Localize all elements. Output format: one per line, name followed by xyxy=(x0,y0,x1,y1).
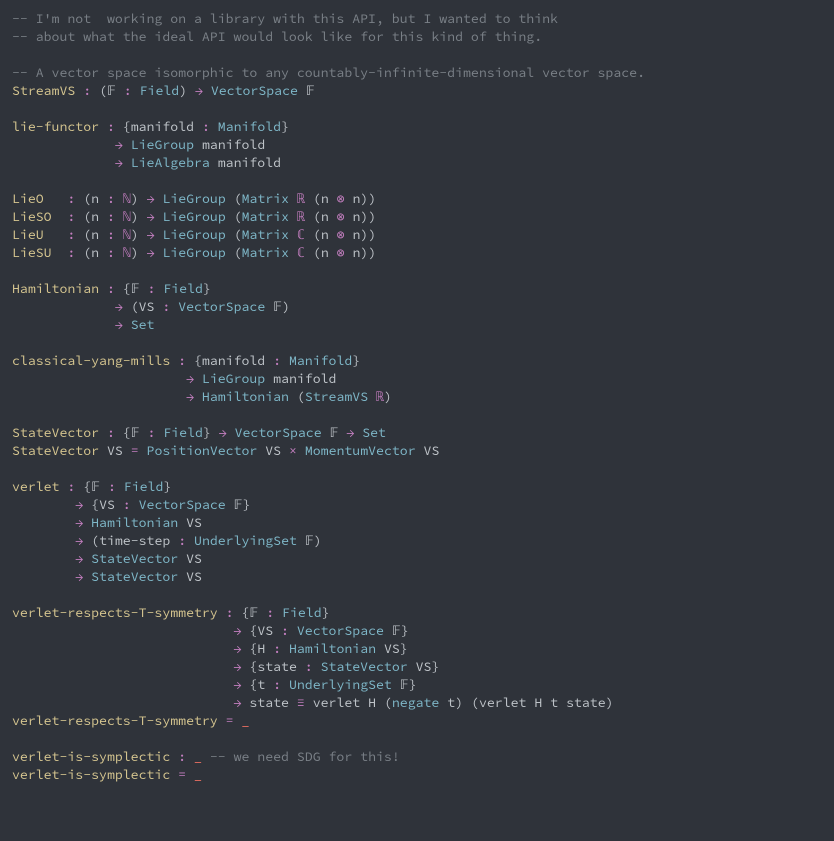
comment-line: -- about what the ideal API would look l… xyxy=(12,28,542,45)
comment-line: -- we need SDG for this! xyxy=(202,748,400,765)
def-vrts-sig: verlet-respects-T-symmetry xyxy=(12,604,218,621)
def-lieso: LieSO xyxy=(12,208,52,225)
def-streamvs: StreamVS xyxy=(12,82,75,99)
hole-icon: _ xyxy=(194,748,202,765)
def-lieo: LieO xyxy=(12,190,44,207)
comment-line: -- A vector space isomorphic to any coun… xyxy=(12,64,645,81)
def-verlet: verlet xyxy=(12,478,59,495)
def-hamiltonian: Hamiltonian xyxy=(12,280,99,297)
def-cym: classical-yang-mills xyxy=(12,352,170,369)
hole-icon: _ xyxy=(241,712,249,729)
def-statevector-sig: StateVector xyxy=(12,424,99,441)
def-vrts-body: verlet-respects-T-symmetry xyxy=(12,712,218,729)
def-liesu: LieSU xyxy=(12,244,52,261)
def-lie-functor: lie-functor xyxy=(12,118,99,135)
hole-icon: _ xyxy=(194,766,202,783)
code-editor: -- I'm not working on a library with thi… xyxy=(12,10,822,784)
comment-line: -- I'm not working on a library with thi… xyxy=(12,10,558,27)
def-vis-sig: verlet-is-symplectic xyxy=(12,748,170,765)
def-lieu: LieU xyxy=(12,226,44,243)
def-statevector-body: StateVector xyxy=(12,442,99,459)
def-vis-body: verlet-is-symplectic xyxy=(12,766,170,783)
